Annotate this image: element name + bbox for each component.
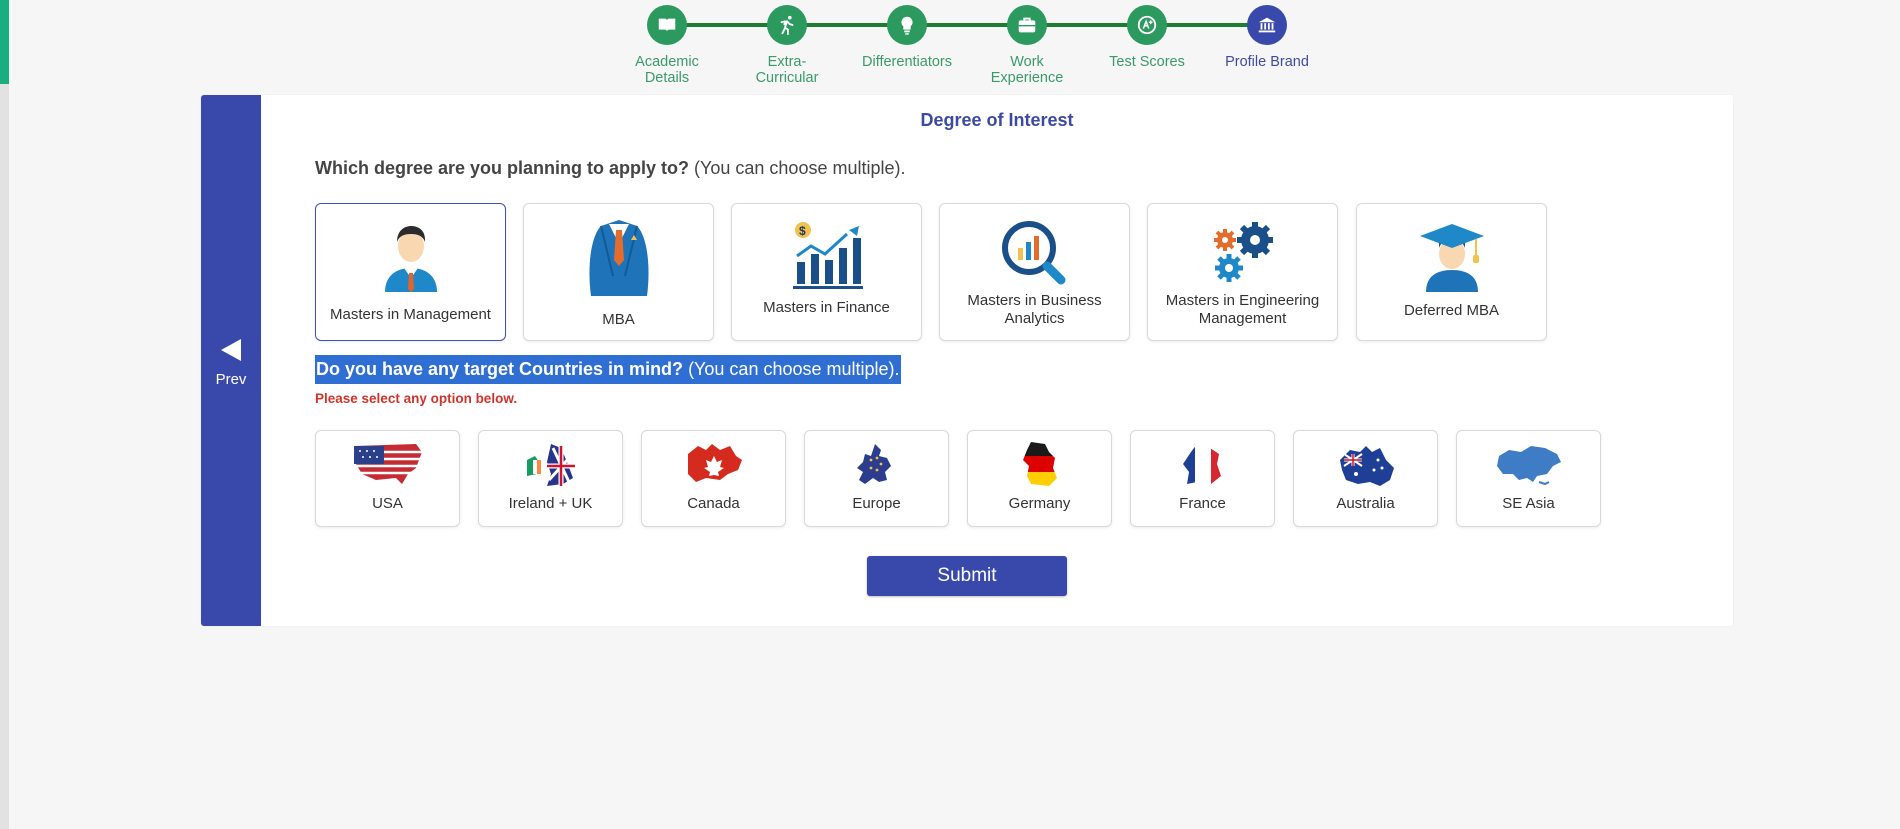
analytics-magnifier-icon — [1001, 221, 1065, 285]
degree-label: MBA — [602, 311, 635, 328]
gears-icon — [1213, 222, 1273, 282]
svg-text:$: $ — [799, 224, 806, 238]
country-option-france[interactable]: France — [1130, 430, 1275, 527]
degree-label: Masters in Engineering Management — [1165, 292, 1320, 327]
step-work-experience[interactable] — [1007, 5, 1047, 45]
degree-label: Masters in Management — [330, 306, 491, 323]
country-label: SE Asia — [1502, 495, 1555, 512]
left-arrow-icon — [221, 339, 241, 361]
australia-map-icon — [1339, 446, 1394, 486]
degree-question-text: Which degree are you planning to apply t… — [315, 158, 690, 178]
step-differentiators[interactable] — [887, 5, 927, 45]
step-label: Differentiators — [862, 54, 952, 70]
degree-option-business-analytics[interactable]: Masters in Business Analytics — [939, 203, 1130, 341]
ireland-uk-flag-map-icon — [526, 444, 575, 486]
briefcase-icon — [1018, 17, 1036, 33]
country-option-usa[interactable]: USA — [315, 430, 460, 527]
book-icon — [658, 18, 676, 32]
canada-map-icon — [687, 444, 742, 482]
runner-icon — [780, 15, 794, 36]
degree-question: Which degree are you planning to apply t… — [315, 158, 906, 179]
step-label: Profile Brand — [1225, 54, 1309, 70]
manager-icon — [384, 226, 437, 292]
left-rail — [0, 0, 9, 829]
page-title: Degree of Interest — [920, 110, 1074, 130]
country-label: France — [1179, 495, 1226, 512]
europe-map-icon — [856, 444, 891, 484]
se-asia-map-icon — [1496, 446, 1561, 486]
country-label: Europe — [852, 495, 901, 512]
country-option-ireland-uk[interactable]: Ireland + UK — [478, 430, 623, 527]
country-option-germany[interactable]: Germany — [967, 430, 1112, 527]
lightbulb-icon — [901, 16, 913, 35]
degree-option-masters-finance[interactable]: $ Masters in Finance — [731, 203, 922, 341]
degree-option-masters-management[interactable]: Masters in Management — [315, 203, 506, 341]
country-option-se-asia[interactable]: SE Asia — [1456, 430, 1601, 527]
score-icon — [1137, 15, 1157, 35]
degree-label: Masters in Business Analytics — [967, 292, 1102, 327]
degree-question-note: (You can choose multiple). — [689, 158, 906, 178]
step-label: Academic Details — [635, 54, 699, 86]
country-label: Canada — [687, 495, 740, 512]
degree-interest-card: Prev Degree of Interest Which degree are… — [201, 95, 1733, 626]
degree-label: Masters in Finance — [763, 299, 890, 316]
degree-option-mba[interactable]: MBA — [523, 203, 714, 341]
country-option-australia[interactable]: Australia — [1293, 430, 1438, 527]
prev-label: Prev — [215, 371, 247, 388]
suit-icon — [588, 220, 649, 296]
country-question: Do you have any target Countries in mind… — [315, 355, 901, 384]
step-profile-brand[interactable] — [1247, 5, 1287, 45]
submit-button[interactable]: Submit — [867, 556, 1067, 596]
step-label: Work Experience — [990, 54, 1064, 86]
country-option-canada[interactable]: Canada — [641, 430, 786, 527]
growth-chart-icon: $ — [792, 222, 863, 289]
country-label: USA — [372, 495, 403, 512]
usa-flag-map-icon — [353, 444, 422, 484]
country-option-europe[interactable]: Europe — [804, 430, 949, 527]
degree-label: Deferred MBA — [1403, 302, 1500, 319]
validation-warning: Please select any option below. — [315, 391, 518, 406]
stepper-line — [667, 23, 1267, 27]
country-label: Australia — [1336, 495, 1395, 512]
bank-icon — [1258, 17, 1276, 33]
prev-button[interactable]: Prev — [201, 95, 261, 626]
degree-option-deferred-mba[interactable]: Deferred MBA — [1356, 203, 1547, 341]
country-question-note: (You can choose multiple). — [683, 359, 900, 379]
degree-option-engineering-management[interactable]: Masters in Engineering Management — [1147, 203, 1338, 341]
country-label: Ireland + UK — [508, 495, 593, 512]
progress-stepper: Academic Details Extra-Curricular Differ… — [0, 0, 1900, 95]
germany-map-icon — [1022, 442, 1057, 486]
country-question-text: Do you have any target Countries in mind… — [316, 359, 684, 379]
step-academic-details[interactable] — [647, 5, 687, 45]
step-test-scores[interactable] — [1127, 5, 1167, 45]
graduate-icon — [1419, 224, 1484, 292]
step-label: Test Scores — [1109, 54, 1185, 70]
step-label: Extra-Curricular — [755, 54, 819, 86]
step-extra-curricular[interactable] — [767, 5, 807, 45]
france-map-icon — [1182, 444, 1221, 484]
country-label: Germany — [1008, 495, 1071, 512]
